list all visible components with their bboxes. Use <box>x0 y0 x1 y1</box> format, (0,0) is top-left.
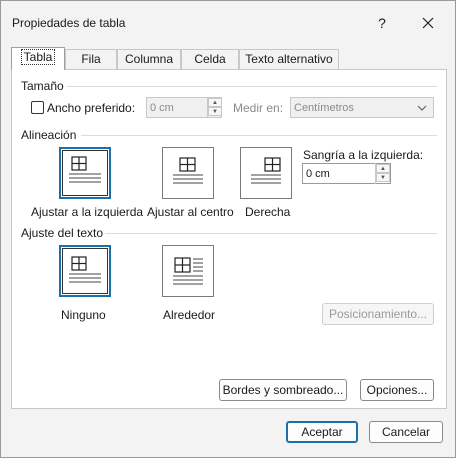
chevron-down-icon[interactable]: ▼ <box>376 173 390 182</box>
size-group-label: Tamaño <box>21 79 64 93</box>
wrap-around-icon <box>173 257 203 285</box>
wrap-none-label: Ninguno <box>61 308 106 322</box>
indent-label: Sangría a la izquierda: <box>303 148 424 162</box>
close-icon <box>422 17 434 29</box>
chevron-down-icon <box>417 105 427 111</box>
dialog-title: Propiedades de tabla <box>12 16 126 30</box>
preferred-width-label: Ancho preferido: <box>47 101 136 115</box>
tab-tabla-label: Tabla <box>20 49 56 65</box>
alignment-group-divider <box>81 135 437 136</box>
preferred-width-value: 0 cm <box>150 102 174 114</box>
align-center-icon <box>173 157 203 184</box>
measure-value: Centímetros <box>294 102 354 114</box>
options-button[interactable]: Opciones... <box>360 379 434 401</box>
align-right-option[interactable] <box>240 147 292 199</box>
close-button[interactable] <box>413 10 443 36</box>
alignment-group-label: Alineación <box>21 128 77 142</box>
positioning-button[interactable]: Posicionamiento... <box>322 303 434 325</box>
help-button[interactable]: ? <box>367 10 397 36</box>
preferred-width-stepper[interactable]: ▲ ▼ <box>207 97 222 118</box>
title-bar: Propiedades de tabla ? <box>1 1 455 43</box>
cancel-button[interactable]: Cancelar <box>369 421 443 443</box>
align-right-icon <box>251 157 281 184</box>
wrap-none-icon <box>69 256 101 283</box>
chevron-up-icon[interactable]: ▲ <box>376 164 390 173</box>
align-left-icon <box>69 156 101 183</box>
tab-fila[interactable]: Fila <box>65 49 117 69</box>
wrap-around-label: Alrededor <box>163 308 216 322</box>
chevron-down-icon[interactable]: ▼ <box>208 107 222 116</box>
accept-button[interactable]: Aceptar <box>286 421 358 443</box>
measure-label: Medir en: <box>233 101 284 115</box>
tab-columna[interactable]: Columna <box>117 49 181 69</box>
preferred-width-checkbox[interactable] <box>31 101 44 114</box>
wrap-none-option[interactable] <box>59 245 111 297</box>
tab-strip: Tabla Fila Columna Celda Texto alternati… <box>11 47 447 70</box>
tab-columna-label: Columna <box>124 52 174 66</box>
indent-stepper[interactable]: ▲ ▼ <box>375 163 390 184</box>
tab-texto-alternativo-label: Texto alternativo <box>245 52 333 66</box>
align-left-label: Ajustar a la izquierda <box>31 205 144 219</box>
size-group-divider <box>67 86 437 87</box>
tab-texto-alternativo[interactable]: Texto alternativo <box>239 49 339 69</box>
tab-celda[interactable]: Celda <box>181 49 239 69</box>
align-left-option[interactable] <box>59 147 111 199</box>
align-right-label: Derecha <box>245 205 291 219</box>
align-center-label: Ajustar al centro <box>147 205 234 219</box>
indent-value: 0 cm <box>306 168 330 180</box>
wrap-group-label: Ajuste del texto <box>21 226 104 240</box>
chevron-up-icon[interactable]: ▲ <box>208 98 222 107</box>
borders-shading-button[interactable]: Bordes y sombreado... <box>219 379 347 401</box>
wrap-group-divider <box>105 233 437 234</box>
tab-tabla[interactable]: Tabla <box>11 47 65 70</box>
table-properties-dialog: Propiedades de tabla ? Tabla Fila Column… <box>0 0 456 458</box>
align-center-option[interactable] <box>162 147 214 199</box>
wrap-around-option[interactable] <box>162 245 214 297</box>
tab-celda-label: Celda <box>194 52 226 66</box>
tab-fila-label: Fila <box>81 52 101 66</box>
measure-select[interactable]: Centímetros <box>290 97 434 118</box>
